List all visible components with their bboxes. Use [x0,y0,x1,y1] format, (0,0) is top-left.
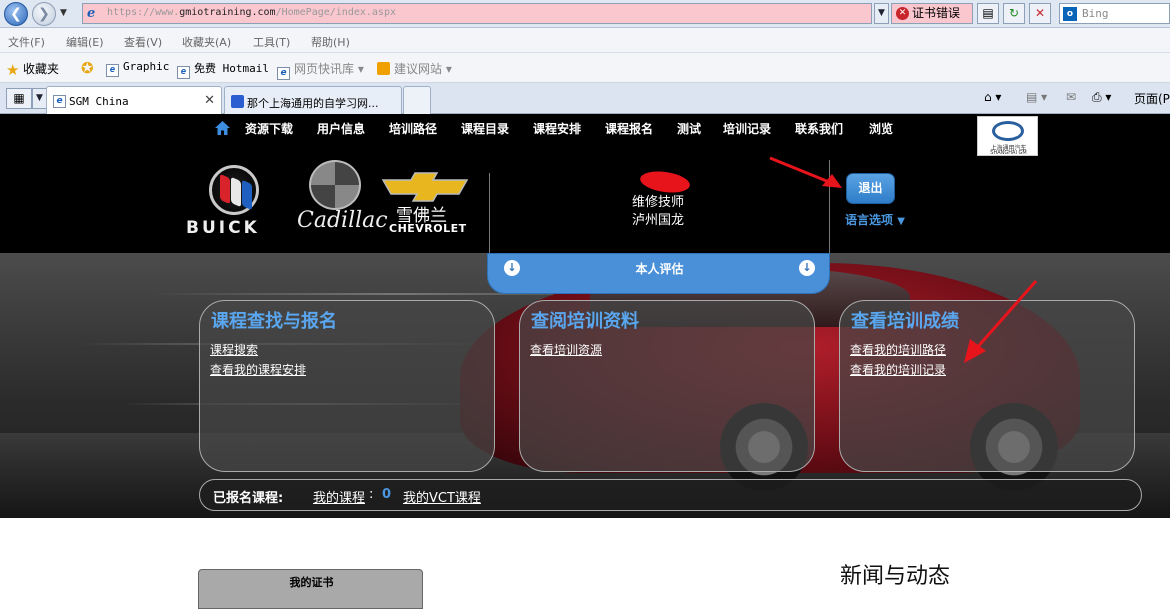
menu-help[interactable]: 帮助(H) [311,34,350,50]
nav-course-schedule[interactable]: 课程安排 [533,120,581,137]
menu-file[interactable]: 文件(F) [8,34,45,50]
user-dealer: 泸州国龙 [632,213,685,228]
buick-emblem-icon [209,165,259,215]
tab-gm-self-learning[interactable]: 那个上海通用的自学习网... [224,86,402,114]
chevrolet-bowtie-icon [381,172,469,202]
logout-button[interactable]: 退出 [846,173,895,204]
address-field[interactable]: e https://www.gmiotraining.com/HomePage/… [82,3,872,24]
panel-title: 查阅培训资料 [531,311,639,332]
bing-icon [377,62,390,75]
buick-logo-text: BUICK [186,218,260,238]
mail-icon[interactable]: ✉ [1066,90,1076,104]
favorite-graphic[interactable]: e Graphic [106,60,169,77]
add-favorite-icon[interactable]: ✪ [81,60,98,76]
menu-tools[interactable]: 工具(T) [253,34,290,50]
menu-bar: 文件(F) 编辑(E) 查看(V) 收藏夹(A) 工具(T) 帮助(H) [0,28,1170,53]
outlook-icon: o [1063,7,1077,21]
user-role: 维修技师 [632,195,685,210]
home-command-icon[interactable]: ⌂ ▾ [984,90,1001,104]
menu-edit[interactable]: 编辑(E) [66,34,104,50]
my-certificates-panel: 我的证书 [198,569,423,609]
nav-training-path[interactable]: 培训路径 [389,120,437,137]
nav-user-info[interactable]: 用户信息 [317,120,365,137]
divider [829,160,830,253]
panel-training-materials: 查阅培训资料 查看培训资源 [519,300,815,472]
divider [489,173,490,253]
panel-course-search: 课程查找与报名 课程搜索 查看我的课程安排 [199,300,495,472]
language-options[interactable]: 语言选项 ▼ [845,211,905,228]
nav-browse[interactable]: 浏览 [869,120,893,137]
nav-training-records[interactable]: 培训记录 [723,120,771,137]
favorites-bar: ★ 收藏夹 ✪ e Graphic e 免费 Hotmail e 网页快讯库 ▾ 建议网… [0,53,1170,83]
baidu-paw-icon [231,95,244,108]
nav-resource-download[interactable]: 资源下载 [245,120,293,137]
favorite-suggested-sites[interactable]: 建议网站 ▾ [377,60,452,77]
sgm-logo: 上海通用汽车 SHANGHAI GM [977,116,1038,156]
url-text: https://www.gmiotraining.com/HomePage/in… [107,7,396,18]
ie-page-icon: e [277,67,290,80]
link-my-training-path[interactable]: 查看我的培训路径 [850,341,946,358]
close-tab-icon[interactable]: ✕ [204,93,215,108]
feeds-icon[interactable]: ▤ ▾ [1026,90,1047,104]
compatibility-view-icon[interactable]: ▤ [977,3,999,24]
tab-bar: ▦ ▼ e SGM China ✕ 那个上海通用的自学习网... ⌂ ▾ ▤ ▾… [0,83,1170,114]
address-dropdown-button[interactable]: ▼ [874,3,889,24]
chevron-down-icon: ▼ [897,216,905,227]
enrolled-label: 已报名课程: [213,491,284,506]
new-tab-button[interactable] [403,86,431,114]
nav-course-catalog[interactable]: 课程目录 [461,120,509,137]
quick-tabs-icon[interactable]: ▦ [6,88,32,109]
panel-title: 课程查找与报名 [211,311,337,332]
certificate-error-button[interactable]: ✕ 证书错误 [891,3,973,24]
print-icon[interactable]: ⎙ ▾ [1092,90,1111,105]
link-training-resources[interactable]: 查看培训资源 [530,341,602,358]
enrolled-courses-bar: 已报名课程: 我的课程 : 0 我的VCT课程 [199,479,1142,511]
star-icon: ★ [6,61,20,79]
chevrolet-logo-en: CHEVROLET [389,222,467,235]
ie-page-icon: e [53,95,66,108]
panel-training-results: 查看培训成绩 查看我的培训路径 查看我的培训记录 [839,300,1135,472]
back-button[interactable]: ❮ [4,2,28,26]
error-icon: ✕ [896,7,909,20]
cadillac-crest-icon [309,160,361,210]
link-my-vct-courses[interactable]: 我的VCT课程 [403,487,481,506]
link-my-training-records[interactable]: 查看我的培训记录 [850,361,946,378]
news-heading: 新闻与动态 [840,564,951,589]
search-field[interactable]: o Bing [1059,3,1170,24]
arrow-down-circle-icon: ↓ [799,260,815,276]
address-bar-row: ❮ ❯ ▼ e https://www.gmiotraining.com/Hom… [0,0,1170,28]
nav-contact-us[interactable]: 联系我们 [795,120,843,137]
sgm-emblem-icon [992,121,1024,141]
link-course-search[interactable]: 课程搜索 [210,341,258,358]
panel-title: 查看培训成绩 [851,311,959,332]
my-certificates-title: 我的证书 [289,576,334,589]
cadillac-logo-text: Cadillac [297,208,388,233]
page-menu[interactable]: 页面(P) [1134,90,1170,107]
link-my-courses[interactable]: 我的课程 [313,487,365,506]
stop-icon[interactable]: ✕ [1029,3,1051,24]
ie-page-icon: e [177,66,190,79]
self-evaluation-bar[interactable]: ↓ 本人评估 ↓ [487,253,830,294]
home-icon[interactable] [214,120,231,136]
nav-course-enrollment[interactable]: 课程报名 [605,120,653,137]
favorites-button[interactable]: ★ 收藏夹 [6,60,59,79]
nav-test[interactable]: 测试 [677,120,701,137]
tab-list-dropdown[interactable]: ▼ [32,88,47,109]
tab-sgm-china[interactable]: e SGM China ✕ [46,86,222,114]
ie-page-icon: e [87,6,96,21]
refresh-icon[interactable]: ↻ [1003,3,1025,24]
enrolled-count: 0 [382,487,392,502]
forward-button[interactable]: ❯ [32,2,56,26]
ie-page-icon: e [106,64,119,77]
menu-favorites[interactable]: 收藏夹(A) [182,34,231,50]
menu-view[interactable]: 查看(V) [124,34,162,50]
favorite-web-slice-gallery[interactable]: e 网页快讯库 ▾ [277,60,364,80]
favorite-hotmail[interactable]: e 免费 Hotmail [177,60,269,79]
history-dropdown-icon[interactable]: ▼ [60,8,67,18]
link-my-course-schedule[interactable]: 查看我的课程安排 [210,361,306,378]
